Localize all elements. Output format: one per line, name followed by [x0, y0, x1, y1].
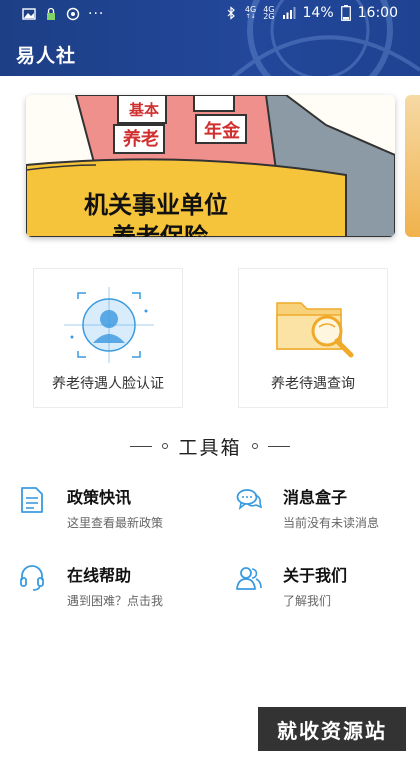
banner-caption: 机关事业单位: [84, 191, 228, 219]
tool-title: 关于我们: [283, 566, 348, 585]
pension-query-label: 养老待遇查询: [271, 376, 355, 392]
banner-sign-3: 年金: [204, 120, 241, 141]
toolbox-heading: 工具箱: [0, 432, 420, 460]
battery-icon: [340, 5, 351, 21]
users-icon: [236, 567, 262, 590]
tool-subtitle: 遇到困难？点击我: [67, 594, 164, 608]
more-dots-icon: ···: [88, 6, 105, 22]
tool-subtitle: 这里查看最新政策: [67, 516, 164, 530]
watermark: 就收资源站: [258, 707, 406, 751]
tool-message-box[interactable]: 消息盒子 当前没有未读消息: [235, 484, 420, 540]
heading-dot-left: [162, 443, 169, 449]
face-auth-card[interactable]: 养老待遇人脸认证: [33, 268, 183, 408]
app-title: 易人社: [16, 45, 77, 67]
banner-illustration: 基本 养老 年金 机关事业单位 养老保险: [26, 95, 395, 237]
heading-line-left: [130, 445, 153, 447]
banner-slide[interactable]: 基本 养老 年金 机关事业单位 养老保险: [26, 95, 395, 237]
tool-policy-news[interactable]: 政策快讯 这里查看最新政策: [19, 484, 209, 540]
tool-title: 在线帮助: [67, 566, 132, 585]
tool-online-help[interactable]: 在线帮助 遇到困难？点击我: [19, 562, 209, 618]
pension-query-card[interactable]: 养老待遇查询: [238, 268, 388, 408]
folder-search-icon: [276, 302, 354, 358]
headset-icon: [20, 565, 44, 591]
tool-about-us[interactable]: 关于我们 了解我们: [235, 562, 420, 618]
face-auth-label: 养老待遇人脸认证: [52, 376, 164, 392]
banner-next-slide[interactable]: [405, 95, 420, 237]
image-icon: [22, 8, 36, 20]
tool-title: 政策快讯: [67, 488, 132, 507]
status-bar: ··· 4G ↑↓ 4G 2G 14% 16:00: [0, 0, 420, 28]
sync-icon: [66, 7, 80, 21]
heading-dot-right: [251, 443, 258, 449]
signal-icon: [282, 7, 296, 19]
battery-percent: 14%: [302, 5, 334, 21]
network-label-2: 4G 2G: [263, 5, 275, 21]
tool-subtitle: 当前没有未读消息: [283, 516, 380, 530]
tool-title: 消息盒子: [283, 488, 348, 507]
banner-caption-2: 养老保险: [111, 223, 209, 237]
clock: 16:00: [357, 5, 398, 21]
lock-icon: [47, 7, 55, 20]
document-icon: [21, 487, 43, 513]
tool-subtitle: 了解我们: [283, 594, 332, 608]
chat-bubbles-icon: [236, 489, 263, 510]
banner-sign-2: 养老: [122, 128, 159, 149]
network-label: 4G ↑↓: [244, 5, 257, 21]
face-recognition-icon: [64, 287, 154, 363]
toolbox-title: 工具箱: [178, 436, 242, 459]
banner-sign-1: 基本: [128, 101, 159, 119]
bluetooth-icon: [227, 6, 235, 20]
heading-line-right: [267, 445, 290, 447]
app-header: ··· 4G ↑↓ 4G 2G 14% 16:00 易人社: [0, 0, 420, 76]
